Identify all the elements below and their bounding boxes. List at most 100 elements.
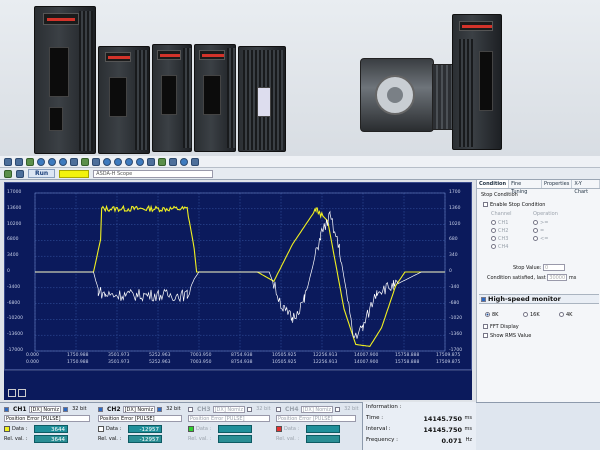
hs-16k-radio[interactable] bbox=[523, 312, 528, 317]
fft-checkbox[interactable] bbox=[483, 324, 488, 329]
op-eq-radio[interactable] bbox=[533, 228, 538, 233]
forward-icon[interactable] bbox=[136, 157, 144, 166]
interval-label: Interval : bbox=[366, 426, 391, 432]
stop-ch2[interactable]: CH2 bbox=[491, 228, 508, 234]
hs-8k[interactable]: 8K bbox=[485, 312, 498, 318]
ch4-color[interactable] bbox=[276, 425, 282, 432]
op-gte[interactable]: >= bbox=[533, 220, 548, 226]
enable-stop-row[interactable]: Enable Stop Condition bbox=[483, 202, 545, 208]
x-tick-bottom: 12256.913 bbox=[313, 360, 338, 365]
stop-ch4[interactable]: CH4 bbox=[491, 244, 508, 250]
print-icon[interactable] bbox=[26, 157, 34, 166]
high-speed-monitor-header[interactable]: High-speed monitor bbox=[479, 294, 599, 304]
settings-icon[interactable] bbox=[158, 157, 166, 166]
copy-icon[interactable] bbox=[92, 157, 100, 166]
ch1-bits-checkbox[interactable] bbox=[63, 406, 69, 412]
ch1-color[interactable] bbox=[4, 425, 10, 432]
back-icon[interactable] bbox=[103, 157, 111, 166]
ch2-name: CH2 bbox=[107, 405, 121, 413]
stop-value-field[interactable]: 0 bbox=[542, 264, 565, 271]
rms-row[interactable]: Show RMS Value bbox=[483, 333, 531, 339]
stop-ch3[interactable]: CH3 bbox=[491, 236, 508, 242]
scope-svg bbox=[34, 192, 446, 352]
op-eq[interactable]: = bbox=[533, 228, 544, 234]
ch1-signal[interactable]: Position Error [PULSE] bbox=[4, 415, 90, 422]
ch3-source[interactable]: [DX] Nomiz bbox=[212, 405, 246, 413]
help-icon[interactable] bbox=[180, 157, 188, 166]
x-tick-top: 15758.888 bbox=[395, 353, 420, 358]
info-icon[interactable] bbox=[191, 157, 199, 166]
ch4-rel-label: Rel. val. : bbox=[276, 435, 300, 442]
ch4-checkbox[interactable] bbox=[276, 406, 281, 412]
hs-8k-radio[interactable] bbox=[485, 312, 490, 317]
ch3-signal[interactable]: Position Error [PULSE] bbox=[188, 415, 270, 422]
servo-motor bbox=[360, 58, 434, 132]
ch2-checkbox[interactable] bbox=[98, 406, 103, 412]
ch3-color[interactable] bbox=[188, 425, 194, 432]
main-toolbar bbox=[0, 156, 600, 168]
stop-ch2-radio[interactable] bbox=[491, 228, 496, 233]
scope-title-field[interactable]: ASDA-H Scope bbox=[93, 169, 214, 178]
ch1-checkbox[interactable] bbox=[4, 406, 9, 412]
tab-fine-tuning[interactable]: Fine Tuning bbox=[509, 180, 543, 195]
op-gte-radio[interactable] bbox=[533, 220, 538, 225]
zoom-in-icon[interactable] bbox=[37, 157, 45, 166]
rms-checkbox[interactable] bbox=[483, 333, 488, 338]
save-icon[interactable] bbox=[15, 157, 23, 166]
ch3-checkbox[interactable] bbox=[188, 406, 193, 412]
hs-4k-radio[interactable] bbox=[559, 312, 564, 317]
ch2-signal[interactable]: Position Error [PULSE] bbox=[98, 415, 182, 422]
run-icon[interactable] bbox=[4, 169, 12, 178]
ch4-bits: 32 bit bbox=[344, 406, 359, 412]
measure-icon[interactable] bbox=[81, 157, 89, 166]
stop-ch4-radio[interactable] bbox=[491, 244, 496, 249]
ch2-color[interactable] bbox=[98, 425, 104, 432]
cond-last-unit: ms bbox=[568, 275, 577, 281]
y-tick-left: 10200 bbox=[7, 221, 22, 227]
fft-row[interactable]: FFT Display bbox=[483, 324, 519, 330]
tab-xy-chart[interactable]: X-Y Chart bbox=[572, 180, 600, 195]
ch2-source[interactable]: [DX] Nomiz bbox=[122, 405, 156, 413]
zoom-fit-icon[interactable] bbox=[59, 157, 67, 166]
zoom-out-icon[interactable] bbox=[48, 157, 56, 166]
hs-4k[interactable]: 4K bbox=[559, 312, 572, 318]
stop-ch1-radio[interactable] bbox=[491, 220, 496, 225]
scope-chart[interactable]: 17000 1700 13600 1360 10200 1020 6800 680 3400 34… bbox=[4, 182, 472, 370]
ch1-source[interactable]: [DX] Nomiz bbox=[28, 405, 62, 413]
freq-value: 0.071 bbox=[441, 437, 462, 445]
cond-last-field[interactable]: 30000 bbox=[547, 274, 568, 281]
y-tick-right: 1360 bbox=[449, 205, 461, 211]
ch4-source[interactable]: [DX] Nomiz bbox=[300, 405, 334, 413]
scroll-right-icon[interactable] bbox=[18, 389, 26, 397]
hs-16k[interactable]: 16K bbox=[523, 312, 540, 318]
stop-ch1[interactable]: CH1 bbox=[491, 220, 508, 226]
tab-properties[interactable]: Properties bbox=[542, 180, 573, 188]
ch3-data-label: Data : bbox=[196, 425, 212, 432]
image-icon[interactable] bbox=[169, 157, 177, 166]
export-icon[interactable] bbox=[147, 157, 155, 166]
op-lte-radio[interactable] bbox=[533, 236, 538, 241]
next-icon[interactable] bbox=[125, 157, 133, 166]
servo-drive-4 bbox=[194, 44, 236, 152]
ch4-bits-checkbox[interactable] bbox=[335, 406, 341, 412]
ch2-bits-checkbox[interactable] bbox=[157, 406, 163, 412]
servo-drive-large bbox=[34, 6, 96, 154]
ch3-bits-checkbox[interactable] bbox=[247, 406, 253, 412]
cursor-icon[interactable] bbox=[70, 157, 78, 166]
enable-stop-checkbox[interactable] bbox=[483, 202, 488, 207]
x-tick-bottom: 15758.888 bbox=[395, 360, 420, 365]
run-button[interactable]: Run bbox=[28, 169, 56, 178]
x-tick-top: 17509.875 bbox=[436, 353, 461, 358]
y-tick-left: -10200 bbox=[7, 316, 23, 322]
prev-icon[interactable] bbox=[114, 157, 122, 166]
open-icon[interactable] bbox=[4, 157, 12, 166]
stop-ch3-radio[interactable] bbox=[491, 236, 496, 241]
y-tick-left: -3400 bbox=[7, 284, 21, 290]
scroll-left-icon[interactable] bbox=[8, 389, 16, 397]
y-tick-right: -1020 bbox=[449, 316, 463, 322]
high-speed-checkbox[interactable] bbox=[481, 296, 486, 302]
op-lte[interactable]: <= bbox=[533, 236, 548, 242]
tab-condition[interactable]: Condition bbox=[477, 180, 510, 188]
ch4-signal[interactable]: Position Error [PULSE] bbox=[276, 415, 356, 422]
stop-icon[interactable] bbox=[16, 169, 24, 178]
